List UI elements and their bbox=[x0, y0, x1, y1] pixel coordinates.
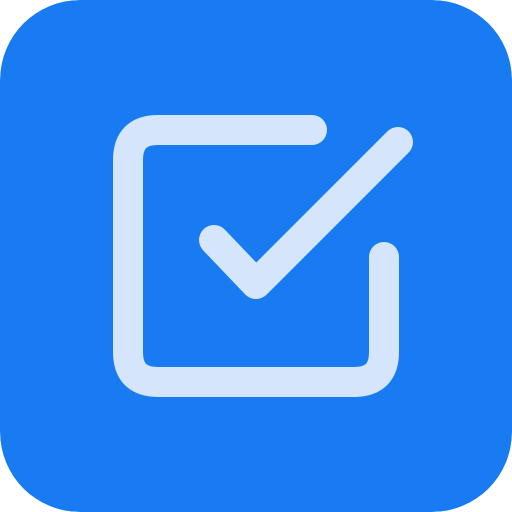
checkbox-checked-icon bbox=[0, 0, 512, 512]
app-icon[interactable] bbox=[0, 0, 512, 512]
icon-background bbox=[0, 0, 512, 512]
